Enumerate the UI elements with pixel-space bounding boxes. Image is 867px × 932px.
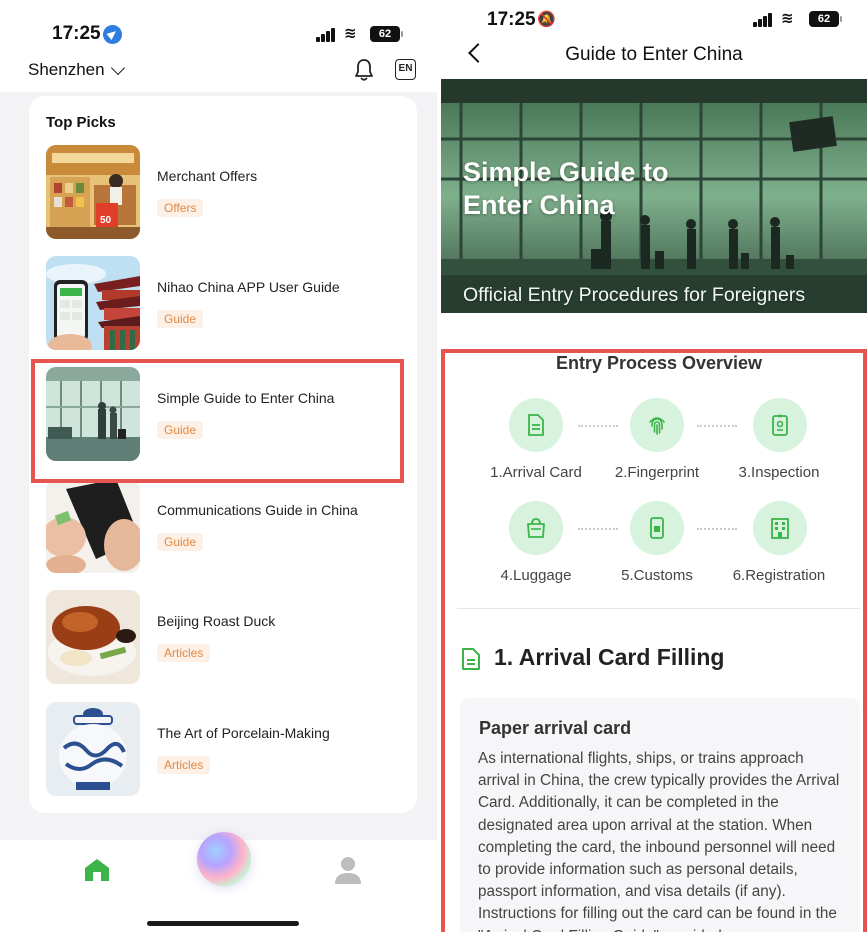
wifi-icon: ≋ (781, 10, 794, 27)
list-item-title: Beijing Roast Duck (157, 613, 276, 629)
home-indicator (147, 921, 299, 926)
svg-text:50: 50 (100, 215, 112, 226)
roast-duck-photo (46, 590, 140, 684)
home-icon[interactable] (83, 857, 111, 883)
list-item[interactable]: 50 Merchant Offers Offers (46, 145, 406, 241)
top-picks-title: Top Picks (46, 114, 116, 131)
nav-title: Guide to Enter China (565, 44, 743, 65)
signal-icon (316, 28, 336, 42)
phone-pagoda-photo (46, 256, 140, 350)
signal-icon (753, 13, 773, 27)
list-item-title: Nihao China APP User Guide (157, 279, 340, 295)
highlight-box (441, 349, 867, 932)
list-item[interactable]: Nihao China APP User Guide Guide (46, 256, 406, 352)
location-arrow-icon (103, 25, 122, 44)
category-tag: Guide (157, 310, 204, 328)
list-item-title: Merchant Offers (157, 168, 258, 184)
highlight-box (31, 359, 404, 483)
phone-sim-card-photo (46, 479, 140, 573)
category-tag: Articles (157, 756, 211, 774)
hero-title: Simple Guide to Enter China (463, 157, 669, 220)
status-time: 17:25 (487, 9, 536, 30)
city-selector[interactable]: Shenzhen (28, 60, 105, 80)
category-tag: Offers (157, 199, 204, 217)
battery-icon: 62 (370, 26, 403, 42)
status-time: 17:25 (52, 23, 101, 44)
list-item[interactable]: Communications Guide in China Guide (46, 479, 406, 575)
category-tag: Guide (157, 533, 204, 551)
hero-subtitle: Official Entry Procedures for Foreigners (463, 284, 806, 306)
left-screen: 17:25 ≋ 62 Shenzhen EN Top Picks 50 Merc… (0, 0, 437, 932)
list-item[interactable]: The Art of Porcelain-Making Articles (46, 702, 406, 798)
bell-muted-icon: 🔕 (537, 11, 556, 28)
right-screen: 17:25 🔕 ≋ 62 Guide to Enter China Simple… (441, 0, 867, 932)
category-tag: Articles (157, 644, 211, 662)
store-counter-photo: 50 (46, 145, 140, 239)
battery-icon: 62 (809, 11, 842, 27)
bell-icon[interactable] (353, 58, 375, 82)
wifi-icon: ≋ (344, 25, 357, 42)
language-button[interactable]: EN (395, 59, 416, 80)
profile-icon[interactable] (333, 855, 363, 885)
assistant-orb-button[interactable] (197, 832, 251, 886)
list-item[interactable]: Beijing Roast Duck Articles (46, 590, 406, 686)
porcelain-jar-photo (46, 702, 140, 796)
list-item-title: Communications Guide in China (157, 502, 358, 518)
list-item-title: The Art of Porcelain-Making (157, 725, 330, 741)
